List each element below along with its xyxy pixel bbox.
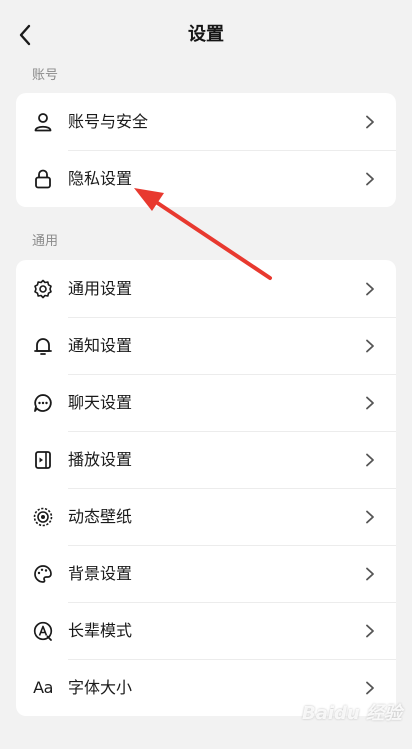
chevron-right-icon <box>366 396 374 409</box>
row-background-settings[interactable]: 背景设置 <box>16 545 396 602</box>
row-general-settings[interactable]: 通用设置 <box>16 260 396 317</box>
row-account-security[interactable]: 账号与安全 <box>16 93 396 150</box>
row-label: 背景设置 <box>68 563 133 583</box>
font-size-icon: Aa <box>32 677 54 699</box>
row-label: 隐私设置 <box>68 168 133 188</box>
general-card: 通用设置 通知设置 聊天设置 播放设置 动态壁纸 背景设置 长辈模式 Aa 字体… <box>16 260 396 716</box>
elder-mode-icon <box>32 620 54 642</box>
row-label: 通知设置 <box>68 335 133 355</box>
gear-icon <box>32 278 54 300</box>
watermark: Baidu 经验 <box>301 703 402 724</box>
chevron-right-icon <box>366 453 374 466</box>
chevron-right-icon <box>366 339 374 352</box>
row-label: 播放设置 <box>68 449 133 469</box>
bell-icon <box>32 335 54 357</box>
row-label: 账号与安全 <box>68 111 149 131</box>
user-icon <box>32 111 54 133</box>
chevron-right-icon <box>366 510 374 523</box>
account-card: 账号与安全 隐私设置 <box>16 93 396 207</box>
row-notification-settings[interactable]: 通知设置 <box>16 317 396 374</box>
chevron-right-icon <box>366 172 374 185</box>
row-label: 长辈模式 <box>68 620 133 640</box>
chevron-right-icon <box>366 282 374 295</box>
dynamic-wallpaper-icon <box>32 506 54 528</box>
chevron-right-icon <box>366 567 374 580</box>
row-label: 聊天设置 <box>68 392 133 412</box>
row-label: 字体大小 <box>68 677 133 697</box>
row-playback-settings[interactable]: 播放设置 <box>16 431 396 488</box>
font-size-glyph: Aa <box>33 678 53 697</box>
row-dynamic-wallpaper[interactable]: 动态壁纸 <box>16 488 396 545</box>
section-label-general: 通用 <box>32 234 59 249</box>
row-label: 通用设置 <box>68 278 133 298</box>
palette-icon <box>32 563 54 585</box>
row-chat-settings[interactable]: 聊天设置 <box>16 374 396 431</box>
chevron-right-icon <box>366 115 374 128</box>
lock-icon <box>32 168 54 190</box>
row-label: 动态壁纸 <box>68 506 133 526</box>
row-privacy-settings[interactable]: 隐私设置 <box>16 150 396 207</box>
page-title: 设置 <box>188 24 224 45</box>
row-elder-mode[interactable]: 长辈模式 <box>16 602 396 659</box>
chevron-right-icon <box>366 681 374 694</box>
chevron-right-icon <box>366 624 374 637</box>
section-label-account: 账号 <box>32 68 59 83</box>
play-settings-icon <box>32 449 54 471</box>
chat-bubble-icon <box>32 392 54 414</box>
header-bar: 设置 <box>0 0 412 70</box>
